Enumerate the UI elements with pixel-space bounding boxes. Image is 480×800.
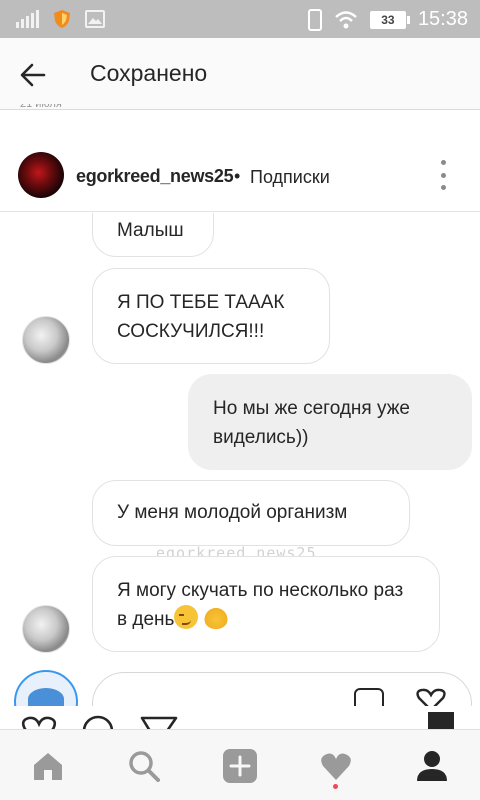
date-label: 21 июля (20, 104, 62, 110)
nav-search[interactable] (124, 746, 164, 786)
share-icon[interactable] (140, 714, 178, 730)
profile-icon (417, 751, 447, 781)
message-text: У меня молодой организм (117, 502, 348, 523)
sender-avatar (22, 605, 70, 653)
more-options-button[interactable] (436, 160, 450, 190)
message-text: Но мы же сегодня уже виделись)) (213, 398, 410, 448)
heart-icon (321, 753, 351, 780)
battery-level: 33 (381, 12, 395, 27)
home-icon (34, 753, 62, 780)
clock: 15:38 (417, 8, 468, 30)
message-bubble: Малыш (92, 213, 214, 257)
smirk-emoji-icon (174, 605, 199, 629)
signal-icon (16, 10, 39, 28)
message-text: Я ПО ТЕБЕ ТАААК СОСКУЧИЛСЯ!!! (117, 292, 285, 342)
nav-add[interactable] (220, 746, 260, 786)
shield-icon (54, 10, 70, 28)
separator-dot: • (234, 166, 241, 186)
wifi-icon (335, 10, 357, 28)
nav-activity[interactable] (316, 746, 356, 786)
page-title: Сохранено (90, 60, 208, 86)
add-icon (223, 749, 257, 783)
bookmark-icon[interactable] (428, 712, 454, 730)
post-header: egorkreed_news25 • Подписки (0, 146, 480, 212)
top-app-bar: Сохранено (0, 38, 480, 110)
nav-profile[interactable] (412, 746, 452, 786)
username[interactable]: egorkreed_news25 (76, 166, 234, 187)
post-actions (0, 706, 480, 730)
message-text: Я могу скучать по несколько раз в день (117, 580, 404, 630)
more-vertical-icon (440, 160, 446, 165)
back-button[interactable] (16, 58, 50, 92)
post-image-chat: Малыш Я ПО ТЕБЕ ТАААК СОСКУЧИЛСЯ!!! Но м… (0, 213, 480, 711)
search-icon (129, 751, 160, 782)
message-bubble: У меня молодой организм (92, 480, 410, 546)
phone-icon (307, 8, 322, 31)
like-heart-icon[interactable] (20, 714, 58, 730)
avatar[interactable] (18, 152, 64, 198)
comment-icon[interactable] (80, 714, 116, 730)
sender-avatar (22, 316, 70, 364)
message-text: Малыш (117, 220, 184, 241)
image-icon (85, 10, 105, 28)
nav-home[interactable] (28, 746, 68, 786)
bottom-navigation (0, 729, 480, 800)
clap-emoji-icon (203, 605, 228, 629)
message-bubble: Я могу скучать по несколько раз в день (92, 556, 440, 652)
battery-icon: 33 (369, 10, 410, 29)
notification-dot (333, 784, 338, 789)
message-bubble-outgoing: Но мы же сегодня уже виделись)) (188, 374, 472, 470)
following-label[interactable]: Подписки (250, 167, 330, 188)
arrow-left-icon (20, 63, 46, 87)
message-bubble: Я ПО ТЕБЕ ТАААК СОСКУЧИЛСЯ!!! (92, 268, 330, 364)
status-bar: 33 15:38 (0, 0, 480, 38)
